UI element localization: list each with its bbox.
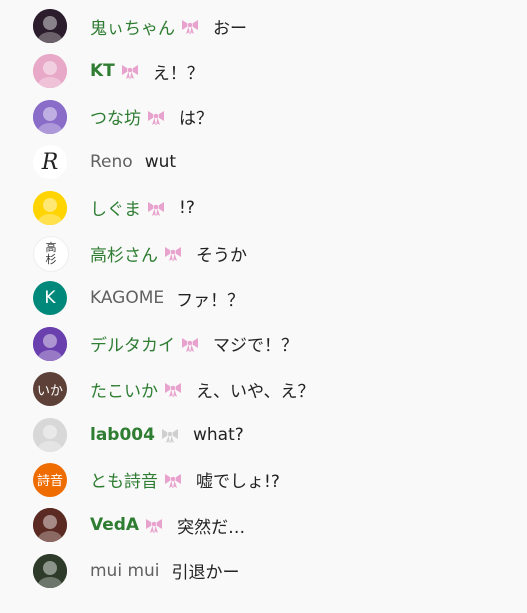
message-text: え！？	[152, 63, 204, 84]
avatar-image-icon	[33, 9, 67, 44]
message-text: 嘘でしょ!?	[196, 472, 280, 493]
ribbon-badge-icon	[119, 62, 141, 80]
chat-message-row[interactable]: つな坊 は？	[0, 94, 527, 139]
chat-message-row[interactable]: R Reno wut	[0, 140, 527, 185]
ribbon-badge-icon	[162, 471, 184, 489]
chat-message-row[interactable]: lab004 what?	[0, 412, 527, 457]
chat-message-row[interactable]: しぐま!?	[0, 185, 527, 230]
avatar[interactable]	[33, 99, 67, 134]
avatar-initials: R	[41, 149, 59, 175]
message-text: は？	[179, 109, 213, 130]
ribbon-badge-icon	[143, 516, 165, 534]
chat-message-content: 鬼ぃちゃん おー	[90, 3, 247, 48]
author-name[interactable]: しぐま	[90, 195, 141, 220]
chat-message-row[interactable]: 詩音 とも詩音 嘘でしょ!?	[0, 457, 527, 502]
avatar-initials: K	[44, 288, 56, 309]
author-name[interactable]: Reno	[90, 152, 133, 172]
chat-message-row[interactable]: いか たこいか え、いや、え？	[0, 367, 527, 412]
message-text: ファ！？	[176, 290, 245, 311]
ribbon-badge-icon	[162, 244, 184, 262]
author-name[interactable]: とも詩音	[90, 467, 158, 492]
avatar-image-icon	[33, 508, 67, 543]
chat-message-content: つな坊 は？	[90, 94, 213, 139]
ribbon-badge-icon	[179, 17, 201, 35]
chat-message-content: mui mui 引退かー	[90, 548, 240, 593]
message-text: wut	[144, 152, 177, 173]
chat-message-content: KT え！？	[90, 49, 204, 94]
message-text: そうか	[196, 245, 247, 266]
chat-message-content: Reno wut	[90, 140, 176, 185]
author-name[interactable]: 鬼ぃちゃん	[90, 14, 175, 39]
avatar[interactable]: K	[33, 281, 67, 316]
author-name[interactable]: mui mui	[90, 561, 160, 581]
chat-message-content: KAGOME ファ！？	[90, 276, 244, 321]
avatar[interactable]	[33, 553, 67, 588]
avatar[interactable]	[33, 326, 67, 361]
chat-message-row[interactable]: 鬼ぃちゃん おー	[0, 3, 527, 48]
author-name[interactable]: KAGOME	[90, 288, 164, 308]
avatar-image-icon	[33, 190, 67, 225]
chat-message-row[interactable]: 高 杉 高杉さん そうか	[0, 230, 527, 275]
avatar-image-icon	[33, 553, 67, 588]
avatar-initials: いか	[36, 383, 63, 399]
avatar-image-icon	[33, 417, 67, 452]
live-chat: ms0747676え！？鬼ぃちゃんおーKTえ！？つな坊は？RRenowutしぐま…	[0, 0, 527, 613]
avatar-image-icon	[33, 54, 67, 89]
author-name[interactable]: lab004	[90, 425, 155, 445]
chat-message-content: デルタカイ マジで！？	[90, 321, 298, 366]
avatar-image-icon	[33, 326, 67, 361]
avatar[interactable]: いか	[33, 372, 67, 407]
chat-message-row[interactable]: KT え！？	[0, 49, 527, 94]
chat-message-row[interactable]: デルタカイ マジで！？	[0, 321, 527, 366]
message-text: マジで！？	[213, 336, 298, 357]
chat-message-content: lab004 what?	[90, 412, 244, 457]
avatar[interactable]	[33, 54, 67, 89]
chat-message-content: VedA 突然だ…	[90, 503, 245, 548]
message-text: 突然だ…	[177, 517, 246, 538]
avatar-image-icon	[33, 99, 67, 134]
author-name[interactable]: たこいか	[90, 377, 158, 402]
message-text: 引退かー	[171, 563, 240, 584]
chat-message-row[interactable]: mui mui 引退かー	[0, 548, 527, 593]
message-text: え、いや、え？	[196, 381, 315, 402]
ribbon-badge-icon	[179, 335, 201, 353]
author-name[interactable]: デルタカイ	[90, 331, 175, 356]
avatar-initials: 高 杉	[45, 241, 57, 267]
chat-message-row[interactable]: K KAGOME ファ！？	[0, 276, 527, 321]
message-text: おー	[213, 18, 247, 39]
author-name[interactable]: 高杉さん	[90, 241, 158, 266]
avatar[interactable]	[33, 417, 67, 452]
ribbon-badge-icon	[162, 380, 184, 398]
author-name[interactable]: VedA	[90, 515, 139, 535]
chat-message-content: 高杉さん そうか	[90, 230, 247, 275]
chat-message-content: たこいか え、いや、え？	[90, 367, 315, 412]
chat-message-list: ms0747676え！？鬼ぃちゃんおーKTえ！？つな坊は？RRenowutしぐま…	[0, 0, 527, 593]
chat-message-content: とも詩音 嘘でしょ!?	[90, 457, 280, 502]
avatar-initials: 詩音	[36, 474, 63, 490]
avatar[interactable]: R	[33, 145, 67, 180]
message-text: what?	[192, 424, 244, 445]
ribbon-badge-icon	[145, 108, 167, 126]
avatar[interactable]: 詩音	[33, 462, 67, 497]
ribbon-badge-icon	[145, 199, 167, 217]
avatar[interactable]	[33, 9, 67, 44]
author-name[interactable]: つな坊	[90, 104, 141, 129]
avatar[interactable]: 高 杉	[33, 236, 69, 273]
author-name[interactable]: KT	[90, 61, 115, 81]
chat-message-row[interactable]: VedA 突然だ…	[0, 503, 527, 548]
chat-message-content: しぐま!?	[90, 185, 195, 230]
avatar[interactable]	[33, 190, 67, 225]
avatar[interactable]	[33, 508, 67, 543]
message-text: !?	[179, 197, 195, 218]
ribbon-badge-icon	[159, 426, 181, 444]
